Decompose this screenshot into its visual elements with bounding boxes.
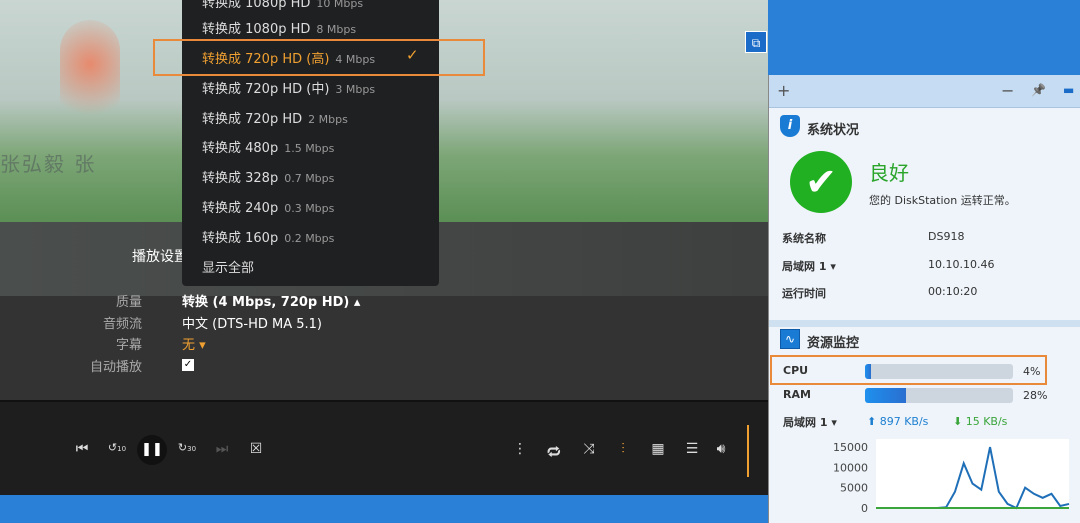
upload-arrow-icon: ⬆	[867, 415, 877, 428]
row-label: 运行时间	[782, 287, 826, 300]
grid-icon[interactable]: ▦	[648, 441, 668, 457]
pip-icon[interactable]: ⧉	[745, 31, 767, 53]
quality-dropdown[interactable]: 转换 (4 Mbps, 720p HD) ▴	[182, 291, 360, 310]
y-tick-label: 15000	[833, 441, 868, 454]
skip-next-icon[interactable]: ⏭	[212, 441, 232, 457]
repeat-icon[interactable]: 🔁︎	[544, 441, 564, 462]
widget-toolbar: + − 📌 ▬	[769, 75, 1080, 108]
status-message: 您的 DiskStation 运转正常。	[869, 194, 1016, 207]
playlist-icon[interactable]: ☰	[682, 441, 702, 457]
lan-select[interactable]: 局域网 1 ▾	[783, 414, 837, 430]
setting-quality: 质量 转换 (4 Mbps, 720p HD) ▴	[0, 291, 400, 311]
equalizer-icon[interactable]: ⫶	[613, 441, 633, 457]
pin-icon[interactable]: 📌	[1031, 83, 1046, 97]
ip-value: 10.10.10.46	[928, 258, 995, 271]
add-icon[interactable]: +	[777, 81, 790, 100]
rewind-10-icon[interactable]: ↺10	[107, 441, 127, 454]
volume-slider[interactable]	[747, 425, 749, 477]
menu-item[interactable]: 转换成 328p 0.7 Mbps	[202, 167, 334, 186]
resource-monitor-title: 资源监控	[807, 336, 860, 351]
skip-previous-icon[interactable]: ⏮	[72, 441, 92, 457]
ram-bar	[865, 388, 1013, 403]
subtitle-dropdown[interactable]: 无 ▾	[182, 334, 206, 353]
monitor-icon: ∿	[780, 329, 800, 349]
widget-panel: + − 📌 ▬ i 系统状况 ✔ 良好 您的 DiskStation 运转正常。…	[768, 75, 1080, 523]
network-chart: 15000 10000 5000 0	[833, 439, 1070, 515]
menu-item[interactable]: 转换成 480p 1.5 Mbps	[202, 137, 334, 156]
y-tick-label: 5000	[840, 482, 868, 495]
system-status-title: 系统状况	[807, 123, 860, 138]
system-name-value: DS918	[928, 230, 965, 243]
menu-item[interactable]: 转换成 1080p HD 10 Mbps	[202, 0, 363, 11]
ram-label: RAM	[783, 388, 811, 401]
minimize-icon[interactable]: −	[1001, 81, 1014, 100]
menu-item[interactable]: 转换成 160p 0.2 Mbps	[202, 227, 334, 246]
menu-item-show-all[interactable]: 显示全部	[202, 257, 254, 276]
setting-audio: 音频流 中文 (DTS-HD MA 5.1)	[0, 313, 400, 333]
highlight-box	[153, 39, 485, 76]
shuffle-icon[interactable]: ⤨	[579, 441, 599, 457]
divider	[769, 320, 1080, 327]
panel-icon[interactable]: ▬	[1063, 83, 1074, 97]
pause-icon[interactable]: ❚❚	[137, 435, 167, 465]
menu-item[interactable]: 转换成 720p HD (中) 3 Mbps	[202, 78, 375, 97]
cpu-value: 4%	[1023, 365, 1041, 378]
audio-dropdown[interactable]: 中文 (DTS-HD MA 5.1)	[182, 313, 322, 332]
settings-title: 播放设置	[132, 249, 188, 265]
cpu-bar	[865, 364, 1013, 379]
ram-value: 28%	[1023, 389, 1048, 402]
lan-dropdown[interactable]: 局域网 1 ▾	[782, 258, 836, 274]
setting-autoplay: 自动播放 ✓	[89, 359, 194, 375]
row-label: 系统名称	[782, 232, 826, 245]
menu-item[interactable]: 转换成 720p HD 2 Mbps	[202, 108, 348, 127]
setting-subtitle: 字幕无 ▾	[0, 334, 400, 354]
ok-check-icon: ✔	[790, 151, 852, 213]
download-arrow-icon: ⬇	[953, 415, 963, 428]
status-text: 良好	[869, 161, 909, 185]
menu-item[interactable]: 转换成 240p 0.3 Mbps	[202, 197, 334, 216]
y-tick-label: 10000	[833, 461, 868, 474]
menu-item[interactable]: 转换成 1080p HD 8 Mbps	[202, 18, 356, 37]
y-tick-label: 0	[861, 502, 868, 515]
upload-rate: ⬆ 897 KB/s	[867, 415, 929, 428]
volume-icon[interactable]: 🔊︎	[711, 441, 731, 457]
autoplay-checkbox[interactable]: ✓	[182, 359, 194, 371]
uptime-value: 00:10:20	[928, 285, 978, 298]
info-icon: i	[780, 115, 800, 137]
more-icon[interactable]: ⋮	[510, 441, 530, 457]
cpu-label: CPU	[783, 364, 809, 377]
video-figure	[60, 20, 120, 130]
close-icon[interactable]: ☒	[246, 441, 266, 457]
video-player: 张弘毅 张 播放设置 质量 转换 (4 Mbps, 720p HD) ▴ 音频流中…	[0, 0, 768, 495]
download-rate: ⬇ 15 KB/s	[953, 415, 1008, 428]
forward-30-icon[interactable]: ↻30	[177, 441, 197, 454]
video-caption: 张弘毅 张	[0, 152, 97, 176]
